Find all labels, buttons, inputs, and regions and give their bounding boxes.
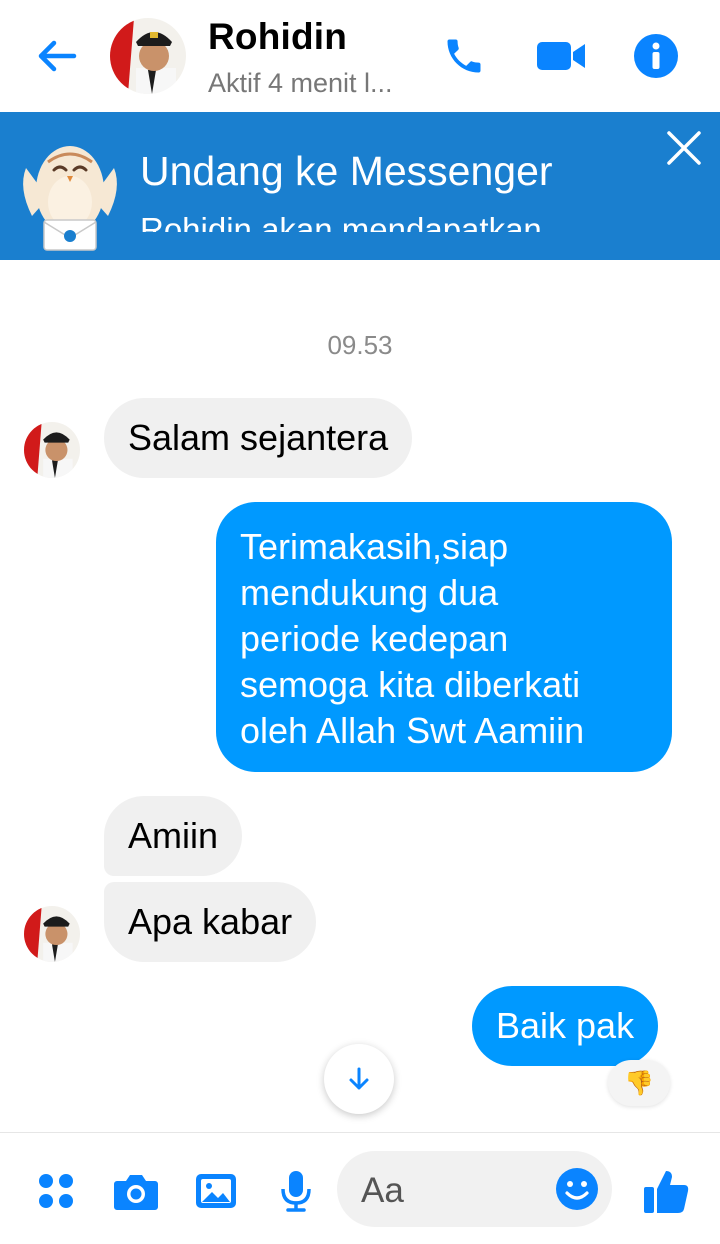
thumbs-up-icon[interactable] (636, 1161, 696, 1221)
owl-envelope-illustration (18, 128, 122, 252)
scroll-to-bottom-button[interactable] (324, 1044, 394, 1114)
message-line: periode kedepan (240, 618, 509, 659)
contact-avatar[interactable] (110, 18, 186, 94)
outgoing-message[interactable]: Terimakasih,siap mendukung dua periode k… (216, 502, 672, 772)
close-icon[interactable] (660, 124, 708, 172)
banner-title: Undang ke Messenger (140, 148, 553, 194)
message-text: Salam sejantera (128, 417, 389, 458)
outgoing-message[interactable]: Baik pak (472, 986, 659, 1066)
apps-icon[interactable] (26, 1161, 86, 1221)
video-camera-icon[interactable] (535, 30, 587, 82)
phone-icon[interactable] (438, 30, 490, 82)
gallery-icon[interactable] (186, 1161, 246, 1221)
message-composer: Aa (0, 1132, 720, 1244)
conversation-header: Rohidin Aktif 4 menit l... (0, 0, 720, 112)
contact-avatar-small[interactable] (24, 422, 80, 478)
contact-avatar-small[interactable] (24, 906, 80, 962)
message-line: oleh Allah Swt Aamiin (240, 710, 585, 751)
incoming-message[interactable]: Salam sejantera (104, 398, 413, 478)
active-status: Aktif 4 menit l... (208, 68, 393, 98)
message-input[interactable]: Aa (337, 1151, 612, 1227)
back-arrow-icon[interactable] (30, 32, 82, 80)
contact-name: Rohidin (208, 16, 348, 57)
message-line: semoga kita diberkati (240, 664, 581, 705)
message-text: Baik pak (496, 1005, 635, 1046)
message-line: mendukung dua (240, 572, 499, 613)
message-timestamp: 09.53 (327, 330, 393, 360)
message-text: Apa kabar (128, 901, 293, 942)
incoming-message[interactable]: Amiin (104, 796, 243, 876)
camera-icon[interactable] (106, 1161, 166, 1221)
invite-banner[interactable]: Undang ke Messenger Rohidin akan mendapa… (0, 112, 720, 260)
banner-subtitle: Rohidin akan mendapatkan (140, 211, 542, 232)
incoming-message[interactable]: Apa kabar (104, 882, 317, 962)
message-line: Terimakasih,siap (240, 526, 509, 567)
message-text: Amiin (128, 815, 219, 856)
arrow-down-icon (349, 1067, 369, 1090)
input-placeholder: Aa (361, 1171, 404, 1210)
microphone-icon[interactable] (266, 1161, 326, 1221)
reaction-badge[interactable]: 👎 (608, 1060, 670, 1106)
info-icon[interactable] (630, 30, 682, 82)
thumbs-down-reaction: 👎 (624, 1069, 654, 1097)
emoji-icon[interactable] (555, 1167, 599, 1211)
